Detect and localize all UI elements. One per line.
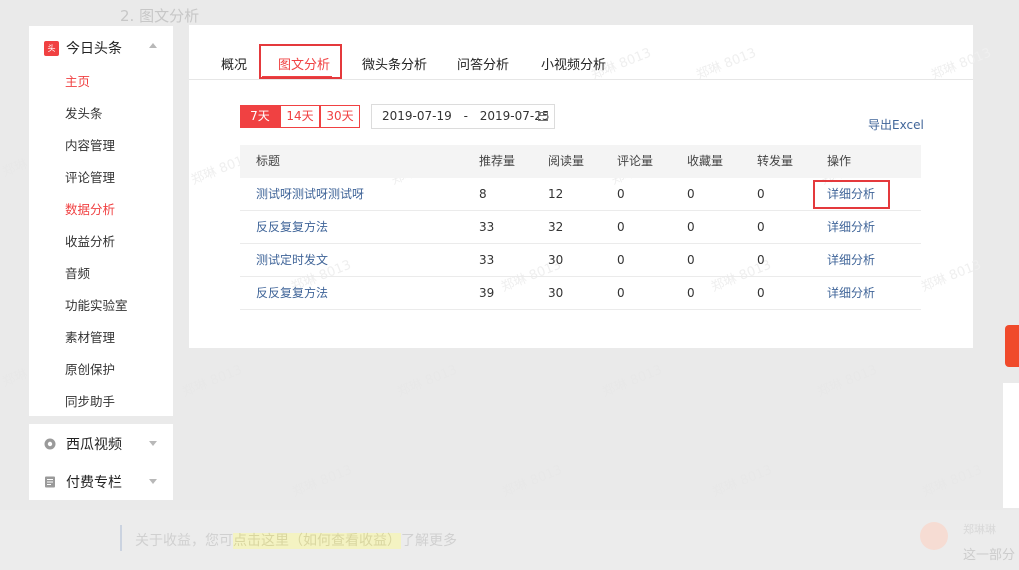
cell-share: 0: [757, 253, 765, 267]
watermark: 郑琳 8013: [919, 257, 984, 296]
watermark: 郑琳 8013: [815, 362, 880, 401]
watermark: 郑琳 8013: [395, 362, 460, 401]
detail-analysis-link[interactable]: 详细分析: [827, 211, 875, 244]
cell-read: 30: [548, 253, 564, 267]
tab-overview[interactable]: 概况: [221, 54, 247, 73]
cell-read: 30: [548, 286, 564, 300]
annotation-highlight-box: [813, 180, 890, 209]
side-comment-text: 这一部分: [963, 548, 1016, 563]
analysis-card: 郑琳 8013 郑琳 8013 郑琳 8013 郑琳 8013 郑琳 8013 …: [189, 25, 993, 348]
quote-bar: [120, 525, 122, 551]
sidebar-app-header[interactable]: 头条 今日头条: [44, 38, 122, 68]
sidebar-item-assets[interactable]: 素材管理: [65, 327, 115, 346]
chevron-down-icon[interactable]: [149, 441, 157, 446]
sidebar-item-publish[interactable]: 发头条: [65, 103, 103, 122]
revenue-note-prefix: 关于收益，您可: [135, 533, 233, 549]
range-30-days[interactable]: 30天: [320, 105, 360, 128]
watermark: 郑琳 8013: [290, 462, 355, 501]
cell-comment: 0: [617, 286, 625, 300]
cell-favorite: 0: [687, 253, 695, 267]
col-favorite: 收藏量: [687, 154, 724, 168]
watermark: 郑琳 8013: [600, 362, 665, 401]
revenue-help-link[interactable]: 点击这里（如何查看收益）: [233, 533, 401, 549]
date-range-picker[interactable]: 2019-07-19 - 2019-07-25: [371, 104, 555, 129]
chevron-down-icon[interactable]: [149, 479, 157, 484]
sidebar: 头条 今日头条 主页 发头条 内容管理 评论管理 数据分析 收益分析 音频 功能…: [29, 26, 173, 416]
cell-read: 32: [548, 220, 564, 234]
cell-recommend: 39: [479, 286, 495, 300]
date-start: 2019-07-19: [382, 109, 452, 123]
annotation-highlight-box: [259, 44, 342, 79]
col-title: 标题: [256, 154, 281, 168]
sidebar-section-label: 西瓜视频: [66, 437, 122, 453]
document-icon: [45, 476, 55, 488]
cell-comment: 0: [617, 220, 625, 234]
table-row: 反反复复方法 33 32 0 0 0 详细分析: [240, 211, 921, 244]
col-share: 转发量: [757, 154, 794, 168]
watermark: 郑琳 8013: [920, 462, 985, 501]
sidebar-item-content[interactable]: 内容管理: [65, 135, 115, 154]
detail-analysis-link[interactable]: 详细分析: [827, 244, 875, 277]
col-action: 操作: [827, 154, 852, 168]
tab-qa[interactable]: 问答分析: [457, 54, 509, 73]
sidebar-item-sync[interactable]: 同步助手: [65, 391, 115, 410]
chevron-up-icon[interactable]: [149, 43, 157, 48]
commenter-name: 郑琳琳: [963, 523, 996, 536]
sidebar-item-lab[interactable]: 功能实验室: [65, 295, 128, 314]
range-14-days[interactable]: 14天: [280, 105, 320, 128]
play-circle-icon: [44, 438, 56, 450]
export-excel-link[interactable]: 导出Excel: [868, 116, 924, 133]
sidebar-section-paid-column[interactable]: 付费专栏: [29, 462, 173, 500]
article-title-link[interactable]: 测试定时发文: [256, 244, 328, 277]
feedback-tab[interactable]: [1005, 325, 1019, 367]
sidebar-item-data-analysis[interactable]: 数据分析: [65, 199, 115, 218]
date-separator: -: [463, 109, 468, 123]
sidebar-item-home[interactable]: 主页: [65, 71, 90, 90]
tab-micro-headline[interactable]: 微头条分析: [362, 54, 427, 73]
table-row: 反反复复方法 39 30 0 0 0 详细分析: [240, 277, 921, 310]
calendar-icon: [538, 112, 548, 121]
article-title-link[interactable]: 测试呀测试呀测试呀: [256, 178, 364, 211]
right-side-panel: [1003, 383, 1019, 508]
sidebar-item-audio[interactable]: 音频: [65, 263, 90, 282]
cell-comment: 0: [617, 253, 625, 267]
watermark: 郑琳 8013: [710, 462, 775, 501]
revenue-note: 关于收益，您可点击这里（如何查看收益）了解更多: [135, 530, 457, 550]
cell-recommend: 33: [479, 253, 495, 267]
sidebar-item-comments[interactable]: 评论管理: [65, 167, 115, 186]
sidebar-section-xigua[interactable]: 西瓜视频: [29, 424, 173, 462]
sidebar-section-label: 付费专栏: [66, 475, 122, 491]
sidebar-item-original[interactable]: 原创保护: [65, 359, 115, 378]
detail-analysis-link[interactable]: 详细分析: [827, 277, 875, 310]
cell-share: 0: [757, 187, 765, 201]
watermark: 郑琳 8013: [500, 462, 565, 501]
article-title-link[interactable]: 反反复复方法: [256, 277, 328, 310]
col-read: 阅读量: [548, 154, 585, 168]
watermark: 郑琳 8013: [180, 362, 245, 401]
table-header: 标题 推荐量 阅读量 评论量 收藏量 转发量 操作: [240, 145, 921, 178]
table-row: 测试定时发文 33 30 0 0 0 详细分析: [240, 244, 921, 277]
avatar: [920, 522, 948, 550]
article-data-table: 标题 推荐量 阅读量 评论量 收藏量 转发量 操作 测试呀测试呀测试呀 8 12…: [240, 145, 921, 310]
cell-favorite: 0: [687, 187, 695, 201]
revenue-note-suffix: 了解更多: [401, 533, 457, 549]
cell-recommend: 8: [479, 187, 487, 201]
cell-share: 0: [757, 286, 765, 300]
cell-share: 0: [757, 220, 765, 234]
cell-recommend: 33: [479, 220, 495, 234]
sidebar-item-revenue[interactable]: 收益分析: [65, 231, 115, 250]
cell-comment: 0: [617, 187, 625, 201]
article-title-link[interactable]: 反反复复方法: [256, 211, 328, 244]
cell-read: 12: [548, 187, 564, 201]
sidebar-app-name: 今日头条: [66, 41, 122, 57]
cell-favorite: 0: [687, 220, 695, 234]
tab-short-video[interactable]: 小视频分析: [541, 54, 606, 73]
col-recommend: 推荐量: [479, 154, 516, 168]
range-7-days[interactable]: 7天: [240, 105, 280, 128]
doc-heading: 2. 图文分析: [120, 7, 200, 25]
cell-favorite: 0: [687, 286, 695, 300]
col-comment: 评论量: [617, 154, 654, 168]
toutiao-logo-icon: 头条: [44, 40, 59, 68]
